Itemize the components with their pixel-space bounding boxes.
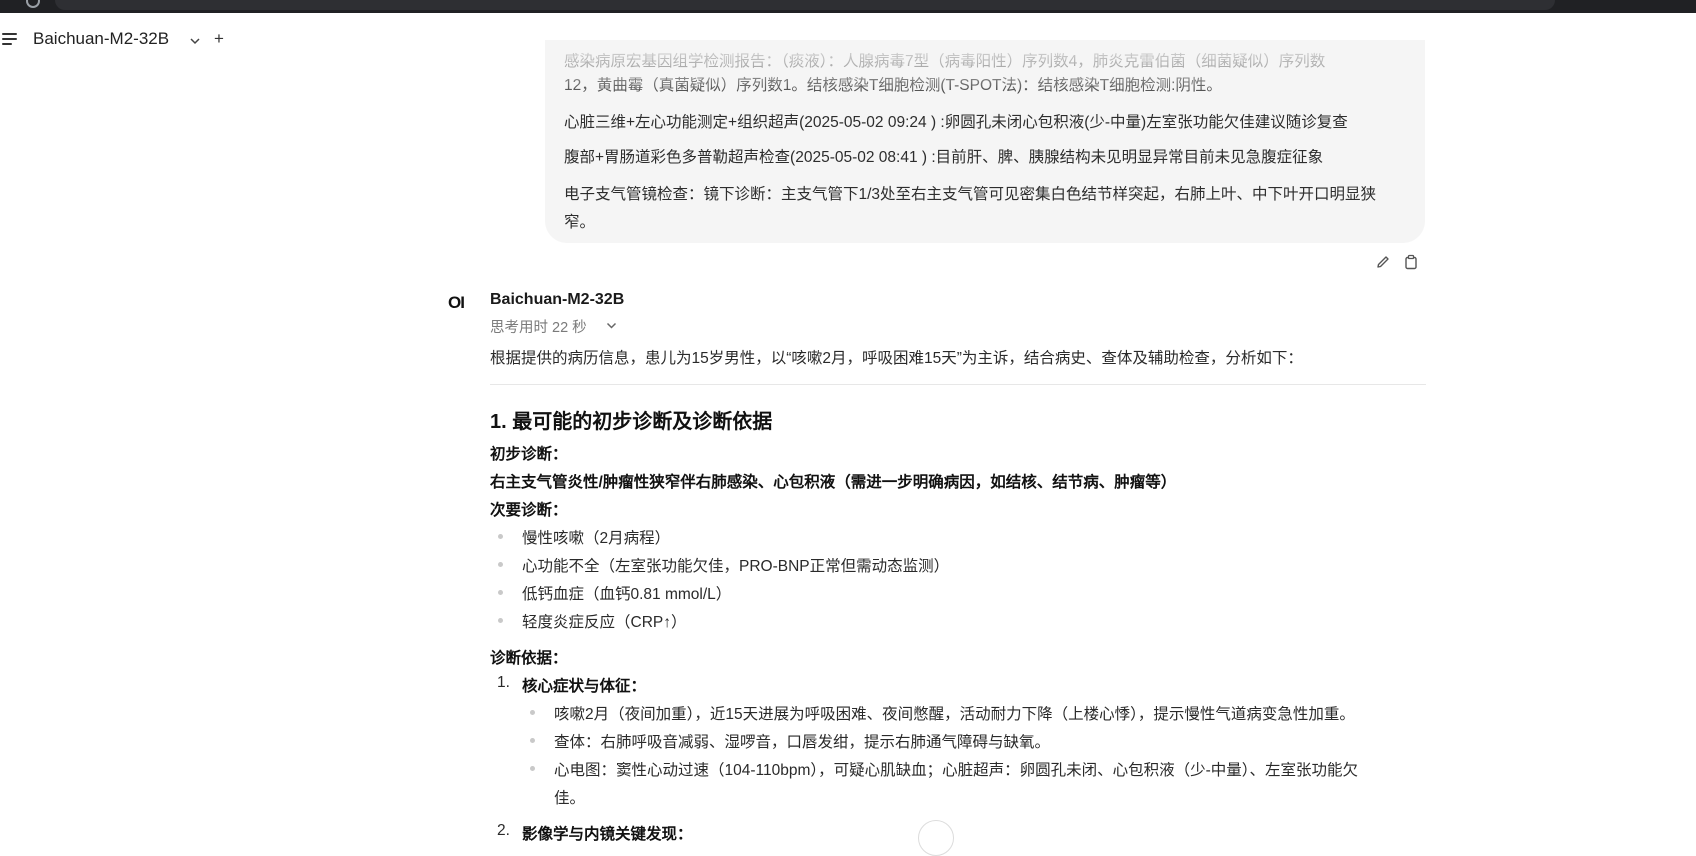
- thinking-duration-toggle[interactable]: 思考用时 22 秒: [490, 316, 587, 337]
- user-message-line: 窄。: [564, 214, 596, 231]
- user-message-line: 感染病原宏基因组学检测报告：（痰液）：人腺病毒7型（病毒阳性）序列数4，肺炎克雷…: [564, 53, 1326, 70]
- preliminary-label: 初步诊断：: [490, 446, 568, 463]
- user-message-line: 12，黄曲霉（真菌疑似）序列数1。结核感染T细胞检测(T-SPOT法)：结核感染…: [564, 77, 1222, 94]
- bullet: [498, 618, 503, 623]
- browser-address-bar[interactable]: [55, 0, 1555, 10]
- user-message-line: 心脏三维+左心功能测定+组织超声(2025-05-02 09:24 ) :卵圆孔…: [564, 114, 1348, 131]
- bullet: [530, 766, 535, 771]
- list-item: 查体：右肺呼吸音减弱、湿啰音，口唇发绀，提示右肺通气障碍与缺氧。: [554, 734, 1051, 751]
- browser-top-bar: [0, 0, 1696, 13]
- assistant-name: Baichuan-M2-32B: [490, 291, 625, 308]
- list-item: 低钙血症（血钙0.81 mmol/L）: [522, 586, 732, 603]
- list-item: 心功能不全（左室张功能欠佳，PRO-BNP正常但需动态监测）: [522, 558, 950, 575]
- user-message-line: 腹部+胃肠道彩色多普勒超声检查(2025-05-02 08:41 ) :目前肝、…: [564, 149, 1324, 166]
- list-item: 心电图：窦性心动过速（104-110bpm），可疑心肌缺血；心脏超声：卵圆孔未闭…: [554, 762, 1359, 779]
- list-item-continuation: 佳。: [554, 790, 586, 807]
- model-selector[interactable]: Baichuan-M2-32B: [33, 29, 169, 49]
- list-item: 轻度炎症反应（CRP↑）: [522, 614, 687, 631]
- bullet: [498, 590, 503, 595]
- bullet: [530, 738, 535, 743]
- menu-icon[interactable]: [2, 33, 18, 45]
- list-item: 咳嗽2月（夜间加重），近15天进展为呼吸困难、夜间憋醒，活动耐力下降（上楼心悸）…: [554, 706, 1355, 723]
- list-item: 慢性咳嗽（2月病程）: [522, 530, 671, 547]
- preliminary-diagnosis: 右主支气管炎性/肿瘤性狭窄伴右肺感染、心包积液（需进一步明确病因，如结核、结节病…: [490, 474, 1177, 491]
- divider: [490, 384, 1426, 385]
- basis-item-title: 核心症状与体征：: [522, 678, 647, 695]
- new-chat-button[interactable]: +: [214, 29, 224, 49]
- user-message-bubble: 感染病原宏基因组学检测报告：（痰液）：人腺病毒7型（病毒阳性）序列数4，肺炎克雷…: [545, 40, 1425, 243]
- list-number: 1.: [497, 674, 510, 691]
- chevron-down-icon[interactable]: [606, 321, 617, 330]
- bullet: [498, 562, 503, 567]
- assistant-intro: 根据提供的病历信息，患儿为15岁男性，以“咳嗽2月，呼吸困难15天”为主诉，结合…: [490, 350, 1303, 367]
- section-heading: 1. 最可能的初步诊断及诊断依据: [490, 411, 773, 433]
- chevron-down-icon[interactable]: [189, 36, 201, 46]
- scroll-to-bottom-button[interactable]: [918, 820, 954, 856]
- user-message-line: 电子支气管镜检查：镜下诊断：主支气管下1/3处至右主支气管可见密集白色结节样突起…: [564, 186, 1377, 203]
- bullet: [530, 710, 535, 715]
- edit-pencil-icon[interactable]: [1375, 254, 1391, 270]
- browser-icon: [26, 0, 40, 8]
- list-number: 2.: [497, 822, 510, 839]
- bullet: [498, 534, 503, 539]
- basis-label: 诊断依据：: [490, 650, 568, 667]
- basis-item-title: 影像学与内镜关键发现：: [522, 826, 693, 843]
- assistant-avatar: OI: [448, 293, 465, 312]
- secondary-label: 次要诊断：: [490, 502, 568, 519]
- copy-icon[interactable]: [1403, 254, 1419, 270]
